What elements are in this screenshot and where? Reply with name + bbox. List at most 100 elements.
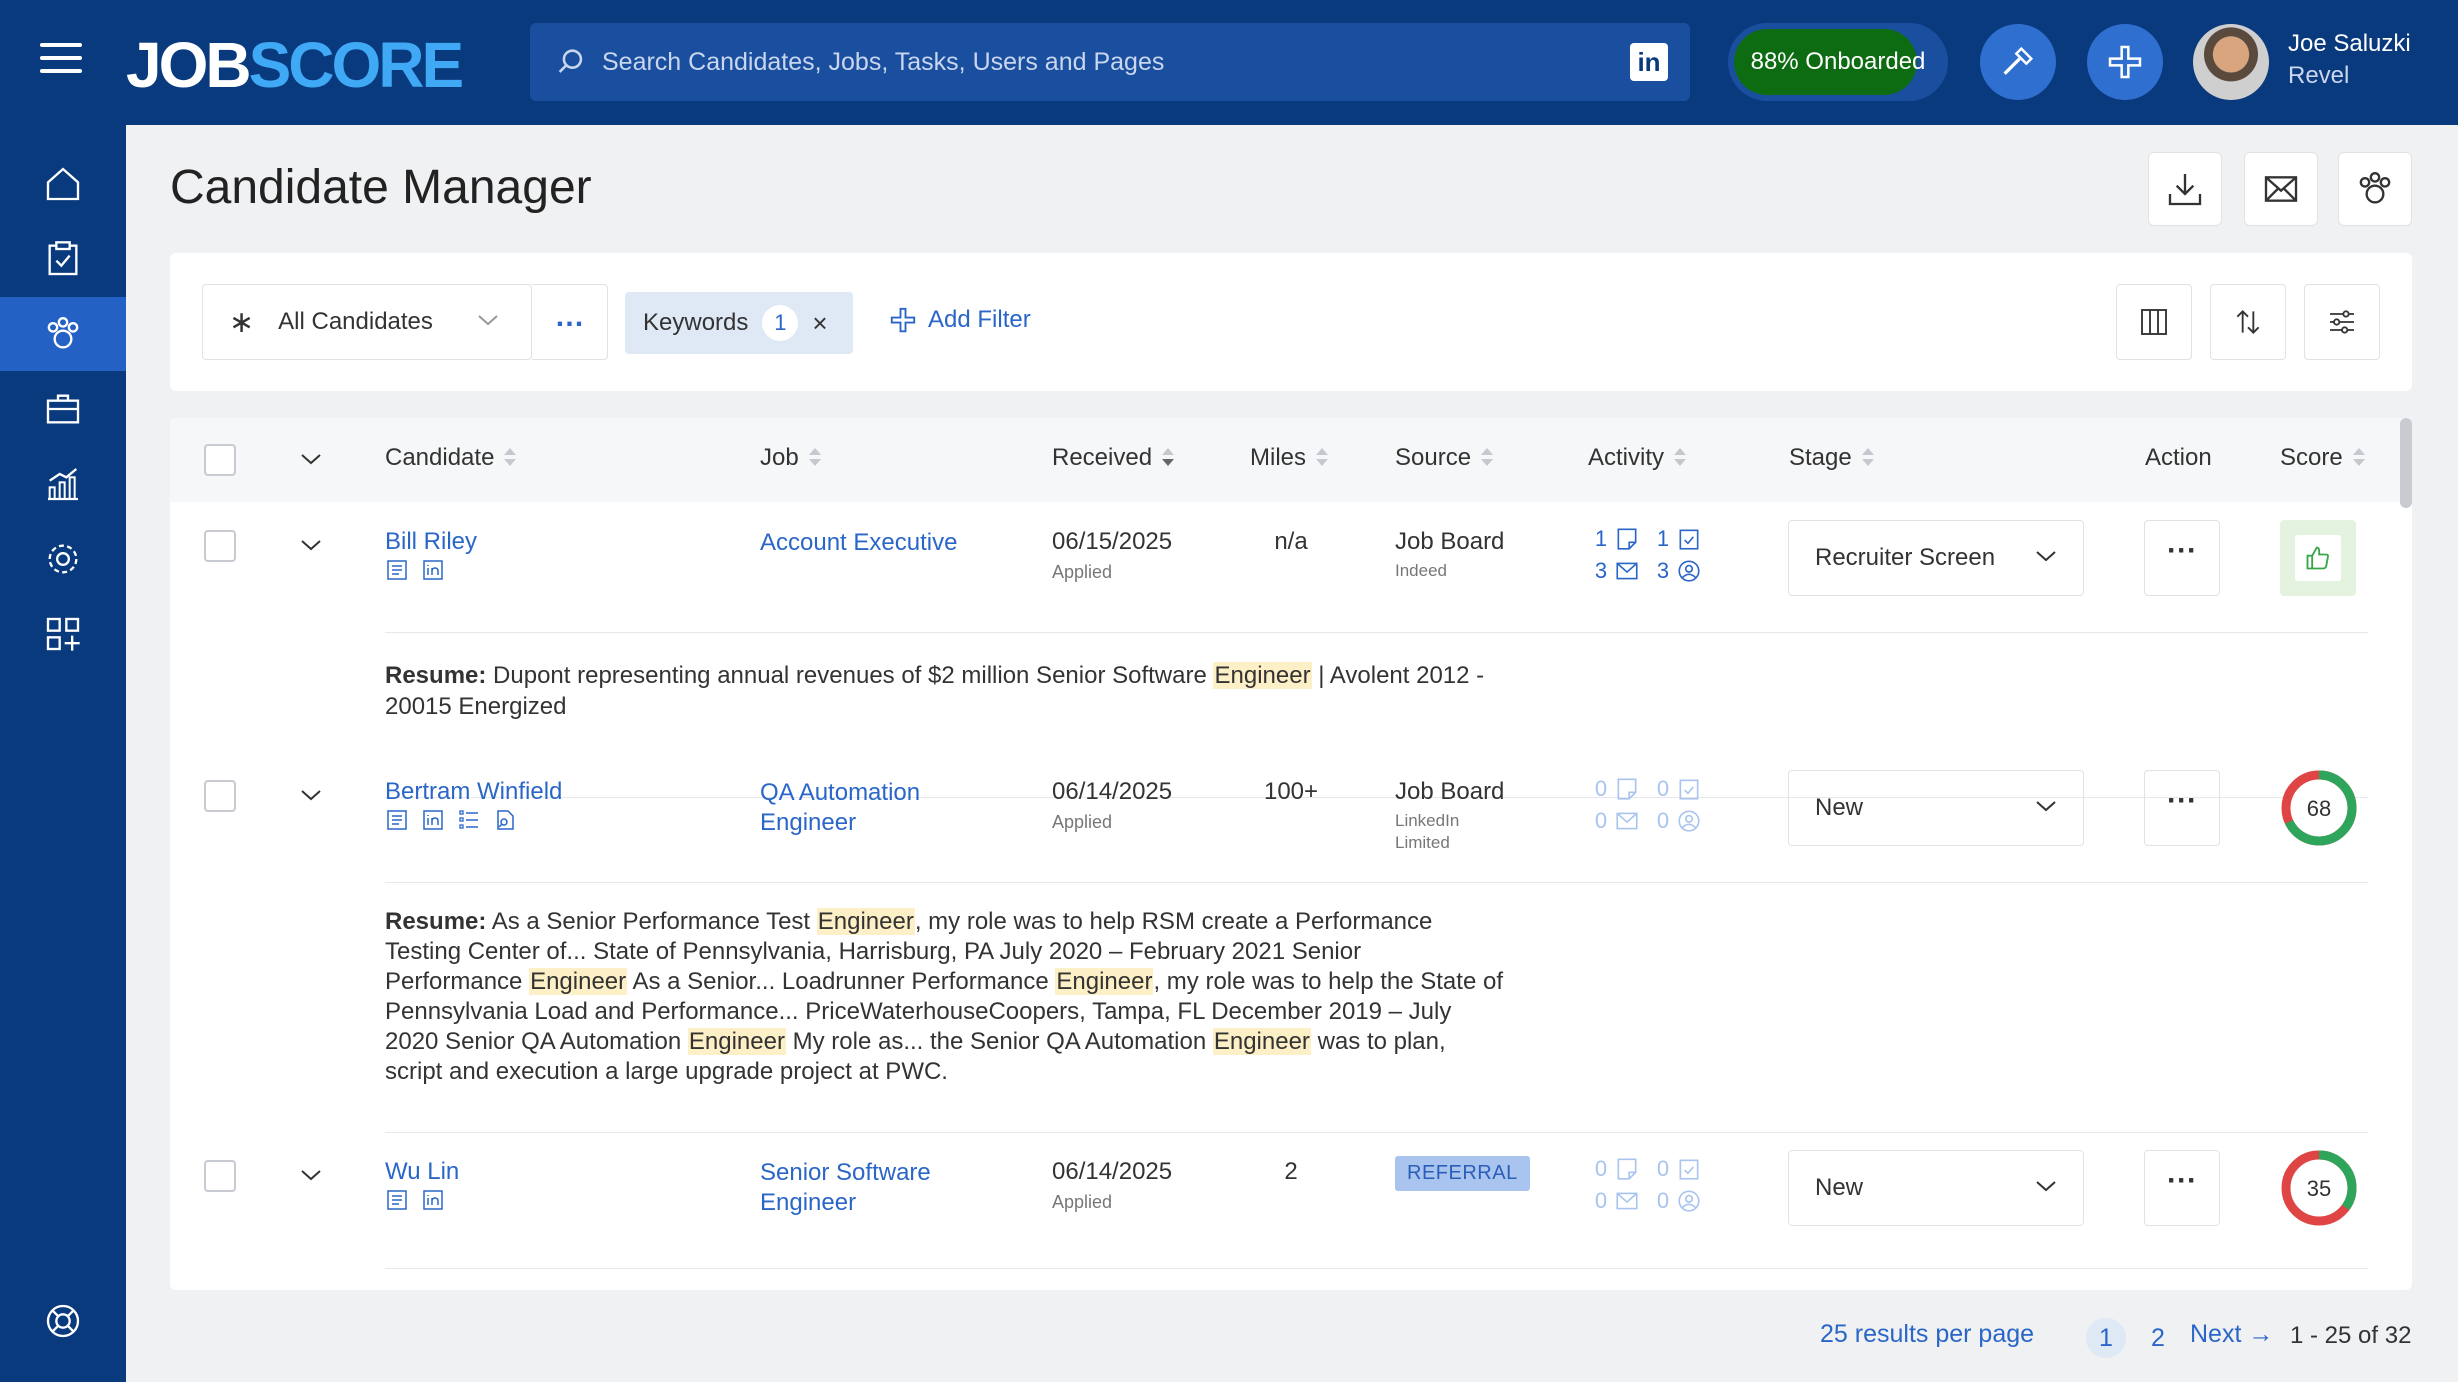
linkedin-icon[interactable]: in: [1630, 43, 1668, 81]
column-received[interactable]: Received: [1052, 444, 1175, 472]
close-icon[interactable]: ×: [812, 308, 827, 339]
document-search-icon[interactable]: [493, 808, 517, 832]
email-icon: [1616, 812, 1638, 830]
sidebar-item-candidates[interactable]: [0, 297, 126, 371]
column-source[interactable]: Source: [1395, 444, 1494, 472]
page-1-button[interactable]: 1: [2086, 1318, 2126, 1358]
events-count: 3: [1656, 558, 1670, 583]
activity-summary[interactable]: 0 0 0 0: [1588, 776, 1712, 834]
onboarding-label: 88% Onboarded: [1750, 48, 1926, 75]
chevron-down-icon[interactable]: [300, 1168, 322, 1182]
resume-icon[interactable]: [385, 558, 409, 582]
select-all-checkbox[interactable]: [204, 444, 236, 476]
chevron-down-icon[interactable]: [300, 538, 322, 552]
questionnaire-icon[interactable]: [457, 808, 481, 832]
view-more-button[interactable]: …: [532, 284, 608, 360]
columns-button[interactable]: [2116, 284, 2192, 360]
jobs-icon: [46, 394, 80, 424]
sidebar-item-tasks[interactable]: [0, 222, 126, 296]
score-ring[interactable]: 35: [2280, 1149, 2358, 1227]
avatar[interactable]: [2193, 24, 2269, 100]
column-miles[interactable]: Miles: [1250, 444, 1329, 472]
stage-select[interactable]: New: [1788, 770, 2084, 846]
page-2-button[interactable]: 2: [2138, 1318, 2178, 1358]
stage-label: Recruiter Screen: [1815, 544, 1996, 571]
activity-summary[interactable]: 1 1 3 3: [1588, 526, 1712, 584]
menu-icon[interactable]: [40, 43, 82, 73]
row-actions-button[interactable]: ···: [2144, 520, 2220, 596]
add-button[interactable]: [2087, 24, 2163, 100]
linkedin-icon[interactable]: [421, 808, 445, 832]
sidebar-item-settings[interactable]: [0, 522, 126, 596]
email-icon: [1616, 562, 1638, 580]
candidate-name-link[interactable]: Bertram Winfield: [385, 778, 562, 806]
miles-value: 2: [1284, 1158, 1298, 1185]
home-icon: [46, 167, 80, 201]
job-link[interactable]: Account Executive: [760, 528, 957, 558]
table-scrollbar[interactable]: [2400, 418, 2412, 508]
job-link[interactable]: Senior Software Engineer: [760, 1158, 980, 1218]
email-button[interactable]: [2244, 152, 2318, 226]
column-score[interactable]: Score: [2280, 444, 2365, 472]
linkedin-icon[interactable]: [421, 1188, 445, 1212]
sort-button[interactable]: [2210, 284, 2286, 360]
score-ring[interactable]: 68: [2280, 769, 2358, 847]
chevron-down-icon[interactable]: [300, 452, 322, 466]
results-per-page[interactable]: 25 results per page: [1820, 1320, 2034, 1349]
sidebar-item-apps[interactable]: [0, 597, 126, 671]
sidebar-item-help[interactable]: [0, 1284, 126, 1358]
score-thumbs-up[interactable]: [2280, 520, 2356, 596]
interview-icon: [1678, 1190, 1700, 1212]
global-search[interactable]: in: [530, 23, 1690, 101]
candidate-attachments: [385, 1188, 445, 1212]
help-icon: [46, 1304, 80, 1338]
tasks-count: 0: [1656, 1156, 1670, 1181]
keywords-filter-chip[interactable]: Keywords 1 ×: [625, 292, 853, 354]
events-count: 0: [1656, 808, 1670, 833]
search-input[interactable]: [602, 47, 1582, 77]
row-checkbox[interactable]: [204, 780, 236, 812]
job-link[interactable]: QA Automation Engineer: [760, 778, 980, 838]
sidebar-item-home[interactable]: [0, 147, 126, 221]
view-select[interactable]: ∗ All Candidates: [202, 284, 532, 360]
resume-icon[interactable]: [385, 808, 409, 832]
note-icon: [1617, 1158, 1637, 1180]
sidebar-item-jobs[interactable]: [0, 372, 126, 446]
tasks-count: 0: [1656, 776, 1670, 801]
user-name[interactable]: Joe Saluzki: [2288, 30, 2411, 58]
jobscore-logo[interactable]: JOBSCORE: [126, 28, 464, 102]
stage-select[interactable]: New: [1788, 1150, 2084, 1226]
miles-value: n/a: [1274, 528, 1308, 555]
tools-button[interactable]: [1980, 24, 2056, 100]
chevron-down-icon[interactable]: [300, 788, 322, 802]
next-page-link[interactable]: Next →: [2190, 1320, 2273, 1349]
download-button[interactable]: [2148, 152, 2222, 226]
row-actions-button[interactable]: ···: [2144, 770, 2220, 846]
activity-summary[interactable]: 0 0 0 0: [1588, 1156, 1712, 1214]
sidebar-item-reports[interactable]: [0, 447, 126, 521]
score-value: 68: [2307, 796, 2331, 821]
settings-button[interactable]: [2304, 284, 2380, 360]
notes-count: 1: [1594, 526, 1608, 551]
row-actions-button[interactable]: ···: [2144, 1150, 2220, 1226]
add-filter-button[interactable]: Add Filter: [888, 305, 1031, 335]
column-job[interactable]: Job: [760, 444, 821, 472]
row-checkbox[interactable]: [204, 1160, 236, 1192]
row-checkbox[interactable]: [204, 530, 236, 562]
thumbs-up-icon: [2306, 546, 2329, 570]
column-stage[interactable]: Stage: [1789, 444, 1874, 472]
onboarding-progress[interactable]: 88% Onboarded: [1728, 23, 1948, 101]
linkedin-icon[interactable]: [421, 558, 445, 582]
table-row: Wu Lin Senior Software Engineer 06/14/20…: [170, 1132, 2412, 1290]
candidate-name-link[interactable]: Bill Riley: [385, 528, 477, 556]
column-activity[interactable]: Activity: [1588, 444, 1687, 472]
candidates-button[interactable]: [2338, 152, 2412, 226]
candidate-name-link[interactable]: Wu Lin: [385, 1158, 459, 1186]
column-candidate[interactable]: Candidate: [385, 444, 517, 472]
resume-icon[interactable]: [385, 1188, 409, 1212]
apps-icon: [46, 617, 80, 651]
plus-icon: [2108, 45, 2142, 79]
stage-select[interactable]: Recruiter Screen: [1788, 520, 2084, 596]
emails-count: 0: [1594, 1188, 1608, 1213]
source-name: Indeed: [1395, 561, 1447, 580]
